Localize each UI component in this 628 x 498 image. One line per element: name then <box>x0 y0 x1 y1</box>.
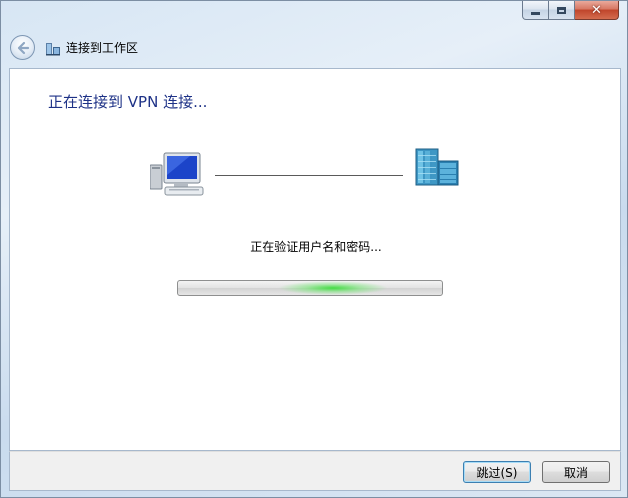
maximize-button[interactable] <box>549 1 575 20</box>
cancel-button[interactable]: 取消 <box>542 461 610 483</box>
workplace-network-icon <box>46 42 60 55</box>
computer-icon <box>150 152 204 196</box>
back-button[interactable] <box>10 35 35 60</box>
skip-button[interactable]: 跳过(S) <box>463 461 531 483</box>
connection-line <box>215 175 403 176</box>
wizard-title: 连接到工作区 <box>66 41 139 55</box>
page-heading: 正在连接到 VPN 连接... <box>48 93 208 111</box>
maximize-icon <box>557 6 566 14</box>
minimize-icon <box>531 11 540 15</box>
content-panel: 正在连接到 VPN 连接... 正在验证用户名和密码... <box>9 68 621 451</box>
server-icon <box>415 148 459 186</box>
status-message: 正在验证用户名和密码... <box>250 240 382 254</box>
wizard-header: 连接到工作区 <box>10 35 138 60</box>
close-button[interactable]: ✕ <box>575 1 619 20</box>
back-arrow-icon <box>17 41 29 54</box>
button-bar: 跳过(S) 取消 <box>9 451 621 491</box>
window-caption-buttons: ✕ <box>522 1 619 20</box>
vpn-connect-window: ✕ 连接到工作区 正在连接到 VPN 连接... 正在验证用户名和密码... 跳… <box>0 0 628 498</box>
progress-indicator <box>278 281 388 295</box>
progress-bar <box>177 280 443 296</box>
minimize-button[interactable] <box>522 1 549 20</box>
close-icon: ✕ <box>591 2 602 18</box>
